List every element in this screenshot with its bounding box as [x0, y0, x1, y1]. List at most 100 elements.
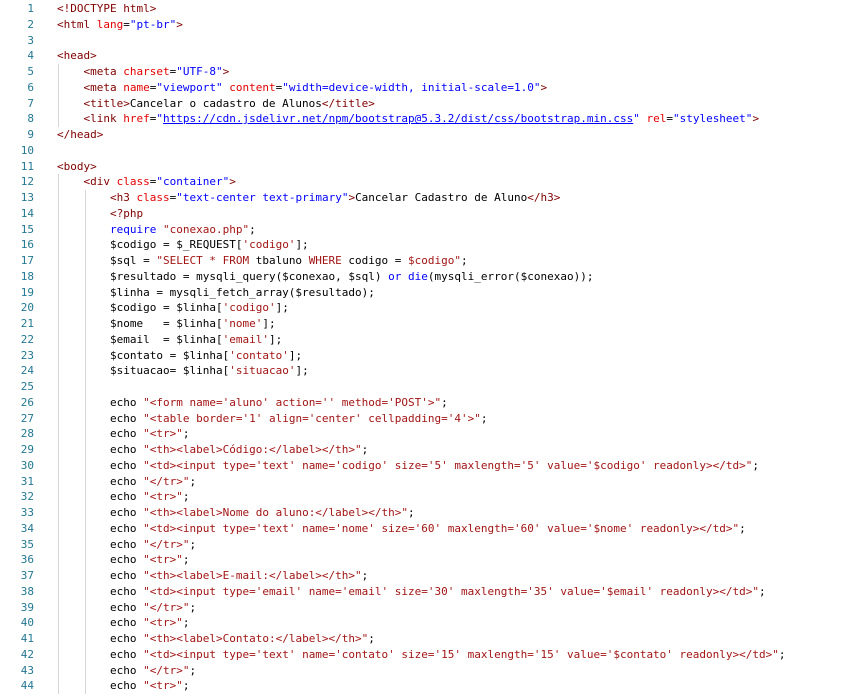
- line-number: 37: [20, 569, 34, 582]
- line-number: 27: [20, 411, 34, 425]
- code-token: echo: [110, 458, 144, 472]
- code-token: <link: [83, 112, 124, 126]
- code-line[interactable]: 26 echo "<form name='aluno' action='' met…: [0, 394, 849, 411]
- code-line[interactable]: 27 echo "<table border='1' align='center'…: [0, 410, 849, 427]
- indent-guide: [58, 64, 59, 80]
- line-number: 21: [20, 317, 34, 330]
- code-token[interactable]: https://cdn.jsdelivr.net/npm/bootstrap@5…: [163, 112, 633, 125]
- code-line[interactable]: 28 echo "<tr>";: [0, 426, 849, 442]
- line-number: 10: [20, 143, 34, 157]
- code-token: codigo =: [341, 254, 409, 267]
- code-line[interactable]: 23 $contato = $linha['contato'];: [0, 347, 849, 364]
- code-text: $situacao= $linha['situacao'];: [110, 363, 309, 379]
- code-line[interactable]: 3: [0, 33, 849, 49]
- code-text: $nome = $linha['nome'];: [110, 316, 276, 332]
- code-token: <meta: [83, 65, 124, 78]
- code-line[interactable]: 42 echo "<td><input type='text' name='con…: [0, 646, 849, 663]
- code-line[interactable]: 18 $resultado = mysqli_query($conexao, $s…: [0, 268, 849, 285]
- code-line[interactable]: 39 echo "</tr>";: [0, 599, 849, 616]
- code-token: echo: [110, 569, 144, 582]
- code-line[interactable]: 44 echo "<tr>";: [0, 678, 849, 694]
- code-line[interactable]: 11 <body>: [0, 159, 849, 175]
- code-token: >: [229, 175, 236, 189]
- code-token: ;: [752, 458, 760, 472]
- indent-guide: [58, 631, 59, 647]
- code-line[interactable]: 43 echo "</tr>";: [0, 662, 849, 679]
- code-line[interactable]: 35 echo "</tr>";: [0, 536, 849, 553]
- line-number: 42: [20, 647, 34, 661]
- code-token: die: [408, 269, 428, 283]
- indent-guide: [84, 662, 86, 679]
- code-line[interactable]: 33 echo "<th><label>Nome do aluno:</label…: [0, 505, 849, 521]
- indent-guide: [58, 331, 59, 348]
- code-token: "<th><label>Contato:</label></th>": [143, 632, 369, 645]
- code-line[interactable]: 20 $codigo = $linha['codigo'];: [0, 300, 849, 316]
- code-token: echo: [110, 427, 144, 441]
- code-line[interactable]: 25: [0, 379, 849, 395]
- code-editor[interactable]: 1 <!DOCTYPE html> 2 <html lang="pt-br"> 3 4 <h…: [0, 0, 849, 697]
- code-token: >: [176, 17, 183, 31]
- code-line[interactable]: 24 $situacao= $linha['situacao'];: [0, 363, 849, 379]
- code-line[interactable]: 17 $sql = "SELECT * FROM tbaluno WHERE co…: [0, 253, 849, 269]
- code-line[interactable]: 38 echo "<td><input type='email' name='em…: [0, 583, 849, 600]
- code-token: "viewport": [156, 80, 223, 94]
- line-number: 29: [20, 443, 34, 456]
- code-line[interactable]: 31 echo "</tr>";: [0, 473, 849, 490]
- code-token: $linha = mysqli_fetch_array($resultado);: [110, 285, 375, 299]
- line-number: 1: [27, 2, 34, 15]
- code-token: echo: [110, 679, 144, 693]
- code-line[interactable]: 41 echo "<th><label>Contato:</label></th>…: [0, 631, 849, 647]
- code-line[interactable]: 29 echo "<th><label>Código:</label></th>"…: [0, 442, 849, 458]
- code-line[interactable]: 6 <meta name="viewport" content="width=de…: [0, 79, 849, 96]
- line-number: 41: [20, 632, 34, 645]
- code-token: "container": [156, 175, 230, 189]
- code-line[interactable]: 30 echo "<td><input type='text' name='cod…: [0, 457, 849, 474]
- code-text: echo "<th><label>Nome do aluno:</label><…: [110, 505, 415, 521]
- code-text: $codigo = $linha['codigo'];: [110, 300, 289, 316]
- code-line[interactable]: 12 <div class="container">: [0, 174, 849, 190]
- code-line[interactable]: 21 $nome = $linha['nome'];: [0, 316, 849, 332]
- code-line[interactable]: 2 <html lang="pt-br">: [0, 17, 849, 33]
- code-text: require "conexao.php";: [110, 222, 256, 238]
- code-line[interactable]: 1 <!DOCTYPE html>: [0, 1, 849, 17]
- indent-guide: [84, 410, 86, 427]
- code-line[interactable]: 22 $email = $linha['email'];: [0, 331, 849, 348]
- code-line[interactable]: 34 echo "<td><input type='text' name='nom…: [0, 520, 849, 537]
- code-line[interactable]: 36 echo "<tr>";: [0, 552, 849, 568]
- code-line[interactable]: 13 <h3 class="text-center text-primary">C…: [0, 190, 849, 206]
- indent-guide: [58, 520, 59, 537]
- code-text: echo "</tr>";: [110, 474, 196, 490]
- code-line[interactable]: 37 echo "<th><label>E-mail:</label></th>"…: [0, 568, 849, 584]
- code-token: ;: [189, 600, 197, 614]
- code-text: <h3 class="text-center text-primary">Can…: [110, 190, 560, 206]
- code-line[interactable]: 10: [0, 143, 849, 159]
- code-line[interactable]: 14 <?php: [0, 205, 849, 222]
- code-line[interactable]: 9 </head>: [0, 127, 849, 143]
- code-token: ": [156, 112, 163, 126]
- indent-guide: [58, 599, 59, 616]
- code-token: <head>: [57, 49, 97, 63]
- code-line[interactable]: 4 <head>: [0, 48, 849, 64]
- code-token: ;: [739, 521, 746, 535]
- code-line[interactable]: 5 <meta charset="UTF-8">: [0, 64, 849, 80]
- code-line[interactable]: 15 require "conexao.php";: [0, 221, 849, 238]
- code-token: ;: [361, 443, 369, 456]
- code-token: ];: [262, 317, 276, 330]
- code-token: Cancelar Cadastro de Aluno: [355, 191, 528, 204]
- code-text: echo "<th><label>Código:</label></th>";: [110, 442, 368, 458]
- code-line[interactable]: 16 $codigo = $_REQUEST['codigo'];: [0, 237, 849, 253]
- code-line[interactable]: 7 <title>Cancelar o cadastro de Alunos</t…: [0, 95, 849, 112]
- code-line[interactable]: 19 $linha = mysqli_fetch_array($resultado…: [0, 284, 849, 301]
- code-line[interactable]: 40 echo "<tr>";: [0, 615, 849, 631]
- code-token: "<tr>": [143, 616, 183, 630]
- code-text: <html lang="pt-br">: [57, 17, 183, 33]
- indent-guide: [58, 568, 59, 584]
- indent-guide: [58, 174, 59, 190]
- code-token: >: [222, 65, 230, 78]
- code-token: <?php: [110, 206, 144, 220]
- code-line[interactable]: 32 echo "<tr>";: [0, 489, 849, 505]
- code-text: echo "<table border='1' align='center' c…: [110, 411, 488, 427]
- indent-guide: [84, 505, 86, 521]
- code-line[interactable]: 8 <link href = "https://cdn.jsdelivr.net/np…: [0, 111, 849, 127]
- code-text: echo "<form name='aluno' action='' metho…: [110, 395, 448, 411]
